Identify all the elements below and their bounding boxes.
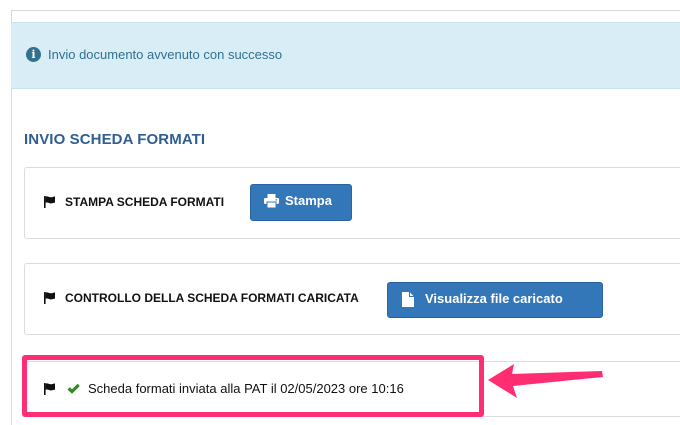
info-circle-icon: i bbox=[26, 47, 41, 62]
alert-message: Invio documento avvenuto con successo bbox=[48, 47, 283, 62]
panel-stampa: STAMPA SCHEDA FORMATI Stampa bbox=[24, 167, 680, 239]
visualizza-file-button[interactable]: Visualizza file caricato bbox=[387, 282, 603, 318]
panel-label-stampa: STAMPA SCHEDA FORMATI bbox=[65, 195, 225, 209]
panel-label-controllo: CONTROLLO DELLA SCHEDA FORMATI CARICATA bbox=[65, 291, 359, 305]
file-icon bbox=[402, 292, 414, 307]
stampa-button[interactable]: Stampa bbox=[250, 184, 352, 221]
visualizza-file-button-label: Visualizza file caricato bbox=[425, 291, 563, 306]
print-icon bbox=[264, 194, 279, 208]
flag-icon bbox=[44, 292, 55, 304]
stampa-button-label: Stampa bbox=[285, 193, 332, 208]
flag-icon bbox=[44, 196, 55, 208]
success-alert: i Invio documento avvenuto con successo bbox=[11, 22, 680, 89]
panel-controllo: CONTROLLO DELLA SCHEDA FORMATI CARICATA … bbox=[24, 263, 680, 335]
annotation-highlight-box bbox=[22, 355, 484, 417]
section-title: INVIO SCHEDA FORMATI bbox=[24, 131, 206, 148]
annotation-arrow-icon bbox=[486, 359, 606, 405]
